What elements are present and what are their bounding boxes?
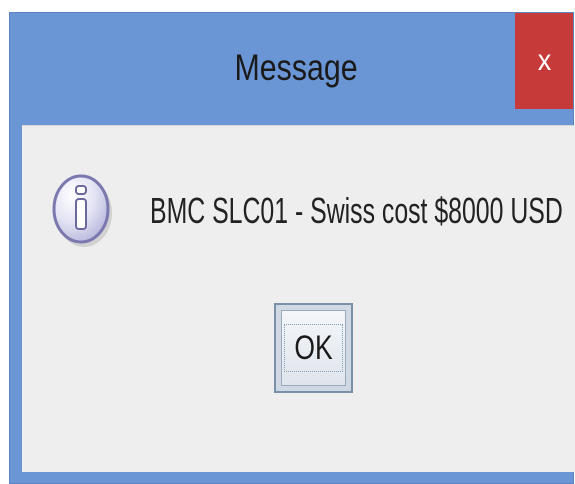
close-button[interactable]: x: [515, 13, 573, 109]
ok-button[interactable]: OK: [281, 310, 346, 386]
message-dialog: Message x BMC SLC01 - Swiss cost $8000 U…: [9, 12, 575, 484]
ok-button-focus-ring: OK: [283, 324, 344, 372]
dialog-content: BMC SLC01 - Swiss cost $8000 USD OK: [22, 125, 575, 472]
ok-button-label: OK: [294, 329, 333, 367]
message-text: BMC SLC01 - Swiss cost $8000 USD: [150, 190, 563, 231]
info-icon: [52, 174, 112, 247]
ok-button-focus-frame: OK: [274, 303, 353, 393]
close-icon: x: [537, 44, 551, 77]
dialog-title: Message: [234, 47, 359, 88]
dialog-titlebar[interactable]: Message: [10, 13, 573, 123]
